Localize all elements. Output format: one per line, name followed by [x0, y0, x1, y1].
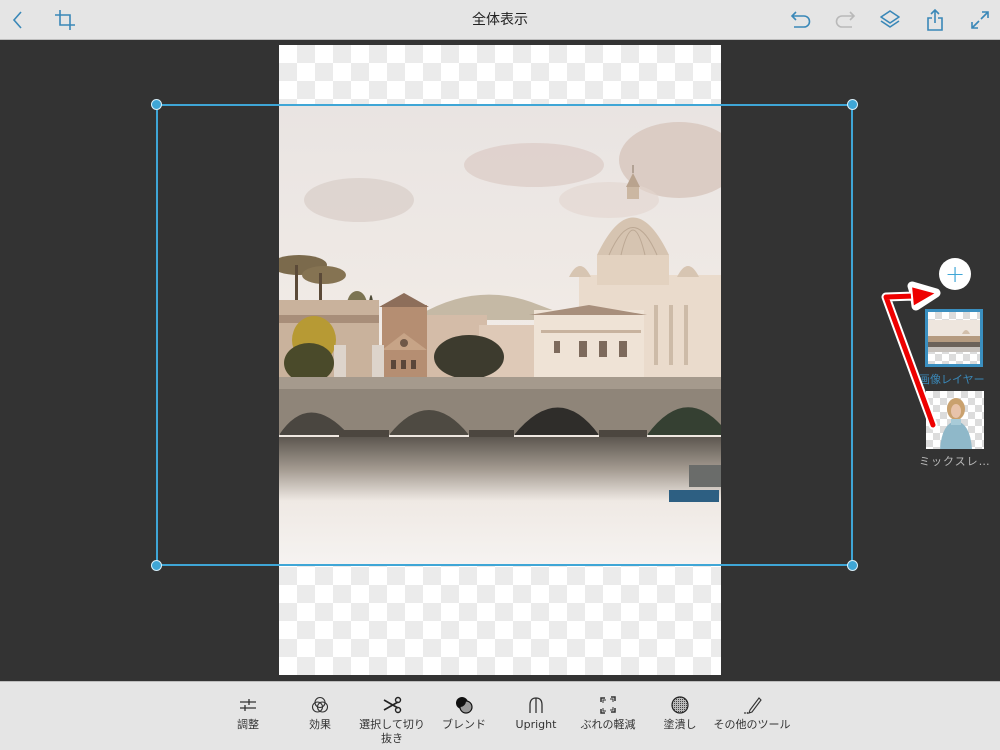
- tool-label: 効果: [309, 718, 331, 731]
- add-layer-button[interactable]: +: [939, 258, 971, 290]
- tool-adjust[interactable]: 調整: [208, 694, 288, 732]
- tool-label: ブレンド: [442, 718, 486, 731]
- layers-button[interactable]: [875, 5, 905, 35]
- transform-handle-bottom-left[interactable]: [151, 560, 162, 571]
- tool-label: 選択して切り抜き: [359, 718, 425, 745]
- tool-label: 調整: [237, 718, 259, 731]
- layer-item-mix-layer[interactable]: [926, 391, 984, 449]
- image-layer-photo[interactable]: [279, 105, 721, 565]
- layer-label-mix-layer: ミックスレ…: [919, 455, 991, 468]
- layer-label-image-layer: 画像レイヤー: [919, 373, 985, 386]
- rome-cityscape-image: [279, 105, 721, 565]
- transform-handle-top-left[interactable]: [151, 99, 162, 110]
- pencil-icon: [744, 697, 762, 714]
- fullscreen-button[interactable]: [965, 5, 995, 35]
- redo-button[interactable]: [830, 5, 860, 35]
- tool-label: 塗潰し: [663, 718, 697, 731]
- photo-editor-app: 全体表示 + 画像レイヤー ミックスレ… 調整 効果 選択して切り抜き ブレンド…: [0, 0, 1000, 750]
- effects-circles-icon: [311, 696, 329, 713]
- back-button[interactable]: [3, 5, 33, 35]
- tool-label: Upright: [515, 718, 557, 731]
- shake-reduction-icon: [600, 696, 616, 714]
- chevron-left-icon: [12, 11, 22, 29]
- crop-button[interactable]: [50, 5, 80, 35]
- layer-item-image-layer[interactable]: [925, 309, 983, 367]
- expand-icon: [971, 11, 989, 29]
- tool-blend[interactable]: ブレンド: [424, 694, 504, 732]
- tool-select-cutout[interactable]: 選択して切り抜き: [352, 694, 432, 746]
- top-toolbar: 全体表示: [0, 0, 1000, 40]
- tool-more-tools[interactable]: その他のツール: [712, 694, 792, 732]
- bottom-toolbar: 調整 効果 選択して切り抜き ブレンド Upright ぶれの軽減 塗潰し その…: [0, 681, 1000, 750]
- transform-handle-bottom-right[interactable]: [847, 560, 858, 571]
- transform-handle-top-right[interactable]: [847, 99, 858, 110]
- scissors-icon: [383, 696, 402, 714]
- tool-fill[interactable]: 塗潰し: [640, 694, 720, 732]
- woman-thumbnail: [940, 398, 972, 449]
- tool-label: ぶれの軽減: [580, 718, 636, 731]
- tool-shake-reduction[interactable]: ぶれの軽減: [568, 694, 648, 732]
- layers-icon: [880, 10, 900, 28]
- sliders-icon: [240, 699, 256, 711]
- undo-button[interactable]: [786, 5, 816, 35]
- tool-upright[interactable]: Upright: [496, 694, 576, 732]
- plus-icon: +: [944, 260, 966, 288]
- undo-icon: [790, 11, 811, 28]
- upright-arrow-icon: [529, 697, 543, 713]
- crop-icon: [55, 10, 75, 30]
- tool-effects[interactable]: 効果: [280, 694, 360, 732]
- share-button[interactable]: [920, 5, 950, 35]
- rome-thumbnail: [928, 320, 980, 352]
- blend-icon: [456, 697, 473, 714]
- share-icon: [927, 8, 943, 31]
- redo-icon: [835, 11, 856, 28]
- tool-label: その他のツール: [713, 718, 791, 731]
- fill-icon: [671, 696, 689, 714]
